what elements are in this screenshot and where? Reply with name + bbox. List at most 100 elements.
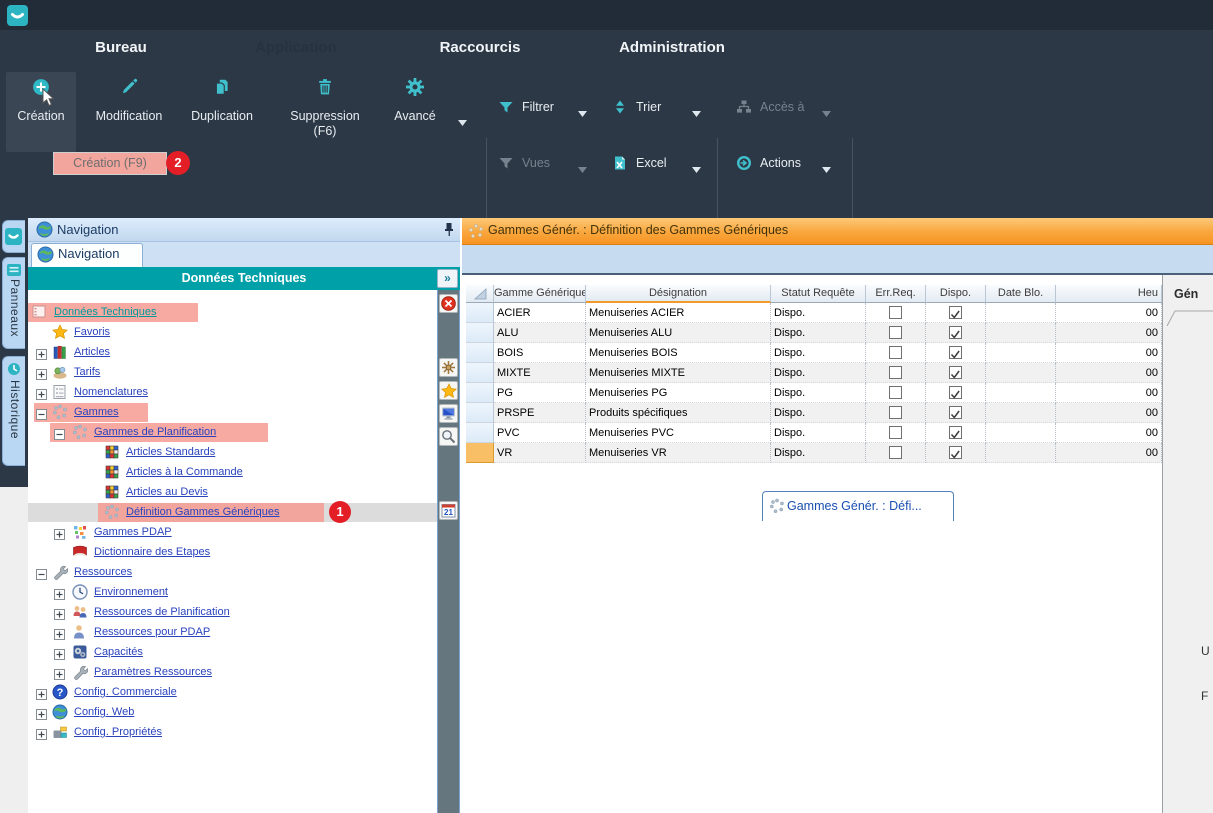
chevron-down-icon[interactable] — [692, 104, 701, 122]
row-selector-cell[interactable] — [466, 403, 494, 423]
duplication-button[interactable]: Duplication — [191, 108, 253, 124]
ribbon-tab-raccourcis[interactable]: Raccourcis — [440, 36, 521, 60]
expand-icon[interactable] — [36, 727, 47, 738]
checkbox-checked[interactable] — [949, 406, 962, 419]
excel-button[interactable]: Excel — [636, 154, 667, 172]
tree-item-gammes[interactable]: Gammes — [74, 406, 119, 418]
actions-button[interactable]: Actions — [760, 154, 801, 172]
app-logo-icon[interactable] — [7, 5, 28, 26]
checkbox-unchecked[interactable] — [889, 306, 902, 319]
table-cell-statut[interactable]: Dispo. — [771, 323, 866, 343]
table-cell-heu[interactable]: 00 — [1056, 323, 1162, 343]
tree-item-tarifs[interactable]: Tarifs — [74, 366, 100, 378]
table-cell-dispo[interactable] — [926, 443, 986, 463]
table-cell-gamme[interactable]: VR — [494, 443, 586, 463]
expand-icon[interactable] — [36, 707, 47, 718]
table-cell-statut[interactable]: Dispo. — [771, 443, 866, 463]
table-cell-dispo[interactable] — [926, 423, 986, 443]
collapse-icon[interactable] — [54, 427, 65, 438]
tree-item-articles[interactable]: Articles — [74, 346, 110, 358]
création-button[interactable]: Création — [17, 108, 64, 124]
table-cell-gamme[interactable]: MIXTE — [494, 363, 586, 383]
table-cell-designation[interactable]: Produits spécifiques — [586, 403, 771, 423]
table-cell-err_req[interactable] — [866, 443, 926, 463]
tree-item-ressources-de-planification[interactable]: Ressources de Planification — [94, 606, 230, 618]
expand-icon[interactable] — [54, 647, 65, 658]
row-selector-cell[interactable] — [466, 383, 494, 403]
checkbox-checked[interactable] — [949, 426, 962, 439]
tree-item-config-propri-t-s[interactable]: Config. Propriétés — [74, 726, 162, 738]
table-cell-date_blo[interactable] — [986, 423, 1056, 443]
chevron-down-icon[interactable] — [692, 160, 701, 178]
favorites-star-button[interactable] — [439, 381, 458, 400]
expand-icon[interactable] — [54, 587, 65, 598]
tree-item-param-tres-ressources[interactable]: Paramètres Ressources — [94, 666, 212, 678]
ribbon-tab-application[interactable]: Application — [255, 36, 337, 60]
pin-icon[interactable] — [442, 222, 456, 242]
checkbox-checked[interactable] — [949, 386, 962, 399]
expand-icon[interactable] — [54, 667, 65, 678]
checkbox-checked[interactable] — [949, 446, 962, 459]
tree-item-ressources-pour-pdap[interactable]: Ressources pour PDAP — [94, 626, 210, 638]
search-button[interactable] — [439, 427, 458, 446]
table-cell-err_req[interactable] — [866, 363, 926, 383]
table-cell-heu[interactable]: 00 — [1056, 363, 1162, 383]
tree-item-d-finition-gammes-g-n-riques[interactable]: Définition Gammes Génériques — [126, 506, 279, 518]
checkbox-checked[interactable] — [949, 366, 962, 379]
table-cell-dispo[interactable] — [926, 303, 986, 323]
expand-icon[interactable] — [36, 367, 47, 378]
table-cell-date_blo[interactable] — [986, 443, 1056, 463]
table-cell-designation[interactable]: Menuiseries ALU — [586, 323, 771, 343]
table-cell-gamme[interactable]: PVC — [494, 423, 586, 443]
dock-tab-historique[interactable]: Historique — [2, 356, 25, 466]
table-cell-heu[interactable]: 00 — [1056, 343, 1162, 363]
tree-item-capacit-s[interactable]: Capacités — [94, 646, 143, 658]
expand-icon[interactable] — [36, 687, 47, 698]
chevron-down-icon[interactable] — [822, 160, 831, 178]
table-cell-statut[interactable]: Dispo. — [771, 403, 866, 423]
table-cell-date_blo[interactable] — [986, 363, 1056, 383]
modification-button[interactable]: Modification — [96, 108, 163, 124]
detail-panel-tab-general[interactable]: Gén — [1174, 287, 1198, 301]
row-selector-cell[interactable] — [466, 343, 494, 363]
row-selector-cell[interactable] — [466, 443, 494, 463]
table-cell-designation[interactable]: Menuiseries PVC — [586, 423, 771, 443]
column-header-designation[interactable]: Désignation — [586, 285, 771, 303]
expand-icon[interactable] — [54, 627, 65, 638]
tree-item-donn-es-techniques[interactable]: Données Techniques — [54, 306, 157, 318]
column-header-date_blo[interactable]: Date Blo. — [986, 285, 1056, 303]
table-cell-dispo[interactable] — [926, 363, 986, 383]
checkbox-checked[interactable] — [949, 326, 962, 339]
table-cell-designation[interactable]: Menuiseries ACIER — [586, 303, 771, 323]
tree-item-articles-au-devis[interactable]: Articles au Devis — [126, 486, 208, 498]
row-selector-cell[interactable] — [466, 423, 494, 443]
filtrer-button[interactable]: Filtrer — [522, 98, 554, 116]
expand-icon[interactable] — [54, 527, 65, 538]
table-cell-gamme[interactable]: ALU — [494, 323, 586, 343]
dock-tab-home[interactable] — [2, 220, 25, 253]
expand-icon[interactable] — [54, 607, 65, 618]
table-cell-designation[interactable]: Menuiseries BOIS — [586, 343, 771, 363]
table-cell-heu[interactable]: 00 — [1056, 423, 1162, 443]
checkbox-unchecked[interactable] — [889, 326, 902, 339]
table-cell-err_req[interactable] — [866, 343, 926, 363]
table-cell-date_blo[interactable] — [986, 383, 1056, 403]
table-cell-dispo[interactable] — [926, 323, 986, 343]
expand-icon[interactable] — [36, 387, 47, 398]
column-header-heu[interactable]: Heu — [1056, 285, 1162, 303]
table-cell-designation[interactable]: Menuiseries PG — [586, 383, 771, 403]
table-cell-gamme[interactable]: ACIER — [494, 303, 586, 323]
checkbox-unchecked[interactable] — [889, 406, 902, 419]
collapse-icon[interactable] — [36, 567, 47, 578]
table-cell-heu[interactable]: 00 — [1056, 303, 1162, 323]
ribbon-tab-administration[interactable]: Administration — [619, 36, 725, 60]
settings-gear-button[interactable] — [439, 358, 458, 377]
chevron-down-icon[interactable] — [458, 113, 467, 131]
row-selector-cell[interactable] — [466, 323, 494, 343]
column-header-statut[interactable]: Statut Requête — [771, 285, 866, 303]
dock-tab-panneaux[interactable]: Panneaux — [2, 257, 25, 349]
tree-item-dictionnaire-des-etapes[interactable]: Dictionnaire des Etapes — [94, 546, 210, 558]
table-cell-statut[interactable]: Dispo. — [771, 303, 866, 323]
ribbon-tab-bureau[interactable]: Bureau — [95, 36, 147, 60]
table-cell-heu[interactable]: 00 — [1056, 403, 1162, 423]
